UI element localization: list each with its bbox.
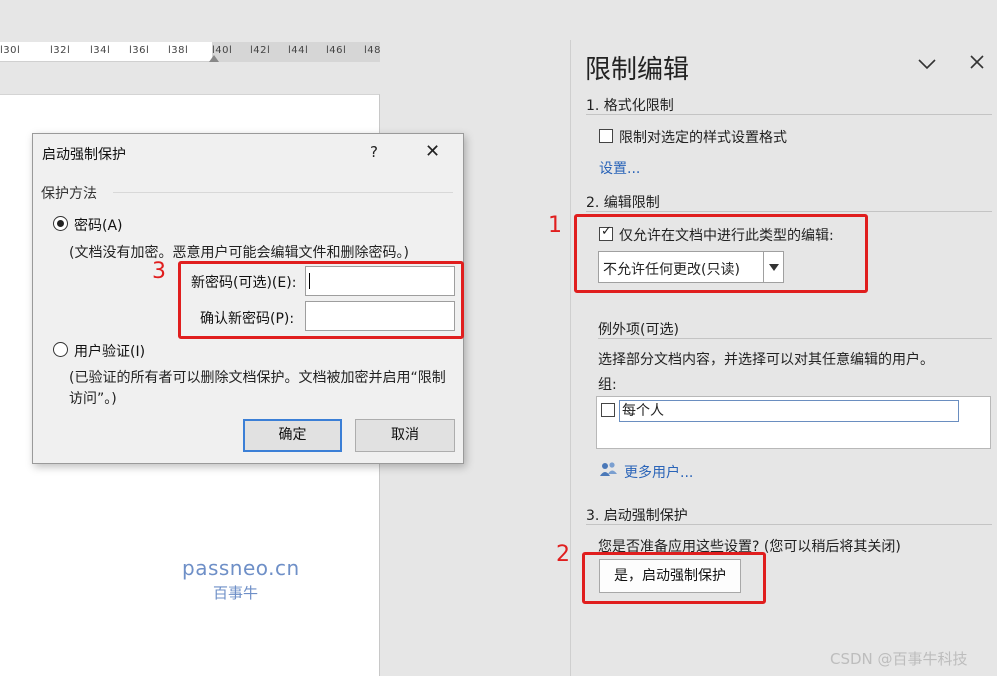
section-editing-title: 2. 编辑限制 <box>586 195 660 211</box>
ruler-tick: l36l <box>129 45 150 56</box>
chevron-down-icon[interactable] <box>917 52 937 76</box>
ruler-tick: l30l <box>0 45 21 56</box>
everyone-checkbox[interactable] <box>601 403 615 417</box>
pane-title: 限制编辑 <box>585 55 690 85</box>
close-icon[interactable]: ✕ <box>425 141 440 162</box>
ruler-tick: l44l <box>288 45 309 56</box>
indent-marker[interactable] <box>209 55 219 62</box>
annotation-number-2: 2 <box>556 542 570 567</box>
restrict-editing-pane: 限制编辑 1. 格式化限制 限制对选定的样式设置格式 设置... 2. 编辑限制… <box>570 40 997 676</box>
dialog-title: 启动强制保护 <box>42 147 126 163</box>
section-enforcement-title: 3. 启动强制保护 <box>586 508 688 524</box>
help-button[interactable]: ? <box>370 143 378 161</box>
watermark-domain: passneo.cn <box>182 556 300 580</box>
ruler-tick: l48 <box>364 45 382 56</box>
limit-formatting-label[interactable]: 限制对选定的样式设置格式 <box>619 127 787 147</box>
groups-listbox[interactable]: 每个人 <box>596 396 991 449</box>
section-divider <box>586 211 992 212</box>
highlight-box-2 <box>582 552 766 604</box>
ruler-tick: l38l <box>168 45 189 56</box>
group-divider <box>113 192 453 193</box>
highlight-box-1 <box>574 214 868 293</box>
password-option-label[interactable]: 密码(A) <box>74 215 123 235</box>
ruler[interactable]: l30l l32l l34l l36l l38l l40l l42l l44l … <box>0 42 382 62</box>
exceptions-description: 选择部分文档内容，并选择可以对其任意编辑的用户。 <box>598 352 934 368</box>
ruler-tick: l34l <box>90 45 111 56</box>
close-icon[interactable] <box>969 51 985 75</box>
settings-link[interactable]: 设置... <box>599 158 640 178</box>
section-formatting-title: 1. 格式化限制 <box>586 98 674 114</box>
annotation-number-1: 1 <box>548 213 562 238</box>
protection-method-label: 保护方法 <box>41 186 97 202</box>
watermark-brand: 百事牛 <box>213 584 259 602</box>
ruler-tick: l42l <box>250 45 271 56</box>
highlight-box-3 <box>178 261 464 339</box>
ruler-tick: l46l <box>326 45 347 56</box>
user-auth-radio[interactable] <box>53 342 68 357</box>
users-icon <box>599 461 619 477</box>
cancel-button[interactable]: 取消 <box>355 419 455 452</box>
exceptions-title: 例外项(可选) <box>598 322 679 338</box>
password-note: (文档没有加密。恶意用户可能会编辑文件和删除密码。) <box>69 245 409 261</box>
section-divider <box>598 338 992 339</box>
limit-formatting-checkbox[interactable] <box>599 129 613 143</box>
user-auth-option-label[interactable]: 用户验证(I) <box>74 341 145 361</box>
section-divider <box>586 524 992 525</box>
ruler-tick: l32l <box>50 45 71 56</box>
password-radio[interactable] <box>53 216 68 231</box>
groups-label: 组: <box>598 377 617 393</box>
annotation-number-3: 3 <box>152 259 166 284</box>
more-users-link[interactable]: 更多用户... <box>624 462 693 482</box>
everyone-item[interactable]: 每个人 <box>619 400 959 422</box>
section-divider <box>586 114 992 115</box>
start-enforcing-protection-dialog: 启动强制保护 ? ✕ 保护方法 密码(A) (文档没有加密。恶意用户可能会编辑文… <box>32 133 464 464</box>
user-auth-note: (已验证的所有者可以删除文档保护。文档被加密并启用“限制访问”。) <box>69 370 446 407</box>
footer-credit: CSDN @百事牛科技 <box>830 650 968 668</box>
ok-button[interactable]: 确定 <box>243 419 342 452</box>
